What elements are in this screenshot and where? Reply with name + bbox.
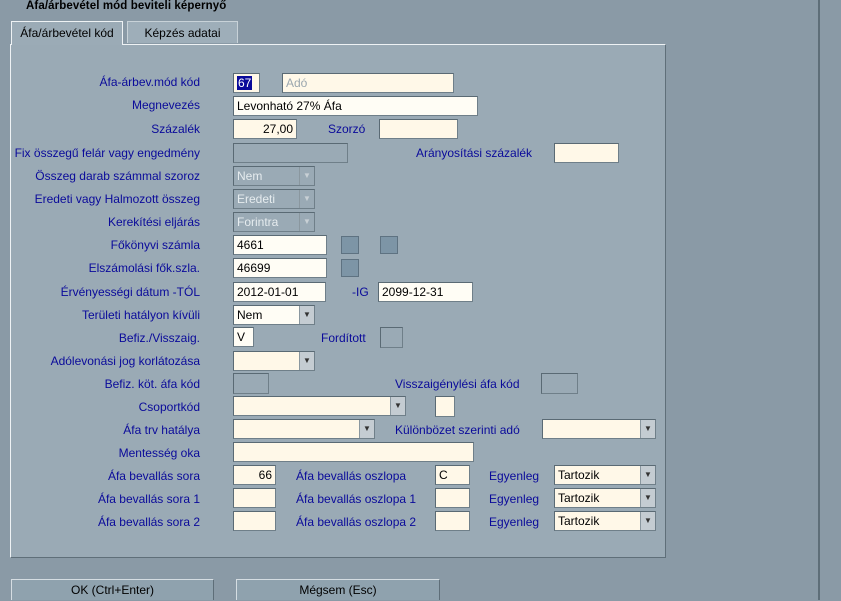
fix-osszegu-label: Fix összegű felár vagy engedmény xyxy=(14,146,200,160)
bevallas-oszlop-label: Áfa bevallás oszlopa xyxy=(296,469,407,483)
ervenyesseg-tol-input[interactable]: 2012-01-01 xyxy=(233,282,326,302)
teruleti-label: Területi hatályon kívüli xyxy=(81,308,200,322)
mentesseg-input[interactable] xyxy=(233,442,474,462)
tab-afa-arbevetel-kod[interactable]: Áfa/árbevétel kód xyxy=(11,21,123,45)
egyenleg-1-value: Tartozik xyxy=(558,491,600,505)
egyenleg-2-value: Tartozik xyxy=(558,514,600,528)
megnevezes-label: Megnevezés xyxy=(131,98,200,112)
osszeg-darab-select: Nem ▼ xyxy=(233,166,315,186)
bevallas-oszlop-2-label: Áfa bevallás oszlopa 2 xyxy=(296,515,417,529)
bevallas-oszlop-input[interactable]: C xyxy=(435,465,470,485)
osszeg-darab-label: Összeg darab számmal szoroz xyxy=(35,169,200,183)
kulonbozet-label: Különbözet szerinti adó xyxy=(395,423,520,437)
fokonyvi-lookup-button[interactable] xyxy=(341,236,359,254)
forditott-checkbox[interactable] xyxy=(380,327,403,348)
kerekitesi-label: Kerekítési eljárás xyxy=(107,215,200,229)
csoportkod-label: Csoportkód xyxy=(138,400,200,414)
chevron-down-icon[interactable]: ▼ xyxy=(640,512,655,530)
bevallas-sora-label: Áfa bevallás sora xyxy=(107,469,200,483)
ok-button[interactable]: OK (Ctrl+Enter) xyxy=(11,579,214,600)
fokonyvi-input[interactable]: 4661 xyxy=(233,235,327,255)
kerekitesi-select: Forintra ▼ xyxy=(233,212,315,232)
ervenyesseg-tol-label: Érvényességi dátum -TÓL xyxy=(60,285,200,299)
ervenyesseg-ig-input[interactable]: 2099-12-31 xyxy=(378,282,473,302)
bevallas-sora-2-input[interactable] xyxy=(233,511,276,531)
cancel-button[interactable]: Mégsem (Esc) xyxy=(236,579,440,600)
fokonyvi-label: Főkönyvi számla xyxy=(110,238,200,252)
visszaigenylesi-label: Visszaigénylési áfa kód xyxy=(395,377,520,391)
afa-kod-name-input[interactable]: Adó xyxy=(282,73,454,93)
egyenleg-select[interactable]: Tartozik ▼ xyxy=(554,465,656,485)
eredeti-halmozott-select: Eredeti ▼ xyxy=(233,189,315,209)
mentesseg-label: Mentesség oka xyxy=(118,446,200,460)
egyenleg-1-select[interactable]: Tartozik ▼ xyxy=(554,488,656,508)
bevallas-oszlop-1-label: Áfa bevallás oszlopa 1 xyxy=(296,492,417,506)
osszeg-darab-value: Nem xyxy=(237,169,263,183)
chevron-down-icon[interactable]: ▼ xyxy=(640,466,655,484)
csoportkod-extra-input[interactable] xyxy=(435,396,455,417)
chevron-down-icon[interactable]: ▼ xyxy=(390,397,405,415)
egyenleg-2-label: Egyenleg xyxy=(489,515,540,529)
chevron-down-icon: ▼ xyxy=(299,213,314,231)
szorzo-input[interactable] xyxy=(379,119,458,139)
chevron-down-icon[interactable]: ▼ xyxy=(299,306,314,324)
form-window: Áfa/árbevétel mód beviteli képernyő Áfa/… xyxy=(0,0,820,600)
chevron-down-icon: ▼ xyxy=(299,190,314,208)
befiz-visszaig-label: Befiz./Visszaig. xyxy=(118,331,200,345)
afa-trv-label: Áfa trv hatálya xyxy=(123,423,200,437)
adolevonasi-label: Adólevonási jog korlátozása xyxy=(50,354,200,368)
megnevezes-input[interactable]: Levonható 27% Áfa xyxy=(233,96,478,116)
elszamolasi-label: Elszámolási fők.szla. xyxy=(88,261,200,275)
egyenleg-1-label: Egyenleg xyxy=(489,492,540,506)
bevallas-oszlop-2-input[interactable] xyxy=(435,511,470,531)
bevallas-sora-2-label: Áfa bevallás sora 2 xyxy=(97,515,200,529)
befiz-kot-input xyxy=(233,373,269,394)
tab-kepzes-adatai[interactable]: Képzés adatai xyxy=(127,21,238,43)
fokonyvi-extra-button[interactable] xyxy=(380,236,398,254)
chevron-down-icon[interactable]: ▼ xyxy=(640,420,655,438)
elszamolasi-lookup-button[interactable] xyxy=(341,259,359,277)
fix-osszegu-input xyxy=(233,143,348,163)
afa-kod-label: Áfa-árbev.mód kód xyxy=(99,75,201,89)
befiz-kot-label: Befiz. köt. áfa kód xyxy=(104,377,200,391)
elszamolasi-input[interactable]: 46699 xyxy=(233,258,327,278)
szazalek-label: Százalék xyxy=(151,122,200,136)
forditott-label: Fordított xyxy=(321,331,366,345)
afa-kod-value: 67 xyxy=(237,76,253,90)
egyenleg-label: Egyenleg xyxy=(489,469,540,483)
eredeti-halmozott-label: Eredeti vagy Halmozott összeg xyxy=(34,192,200,206)
csoportkod-select[interactable]: ▼ xyxy=(233,396,406,416)
teruleti-select[interactable]: Nem ▼ xyxy=(233,305,315,325)
chevron-down-icon[interactable]: ▼ xyxy=(359,420,374,438)
aranyositasi-input[interactable] xyxy=(554,143,619,163)
kerekitesi-value: Forintra xyxy=(237,215,279,229)
teruleti-value: Nem xyxy=(237,308,263,322)
egyenleg-2-select[interactable]: Tartozik ▼ xyxy=(554,511,656,531)
window-title: Áfa/árbevétel mód beviteli képernyő xyxy=(26,0,227,12)
eredeti-halmozott-value: Eredeti xyxy=(237,192,276,206)
chevron-down-icon: ▼ xyxy=(299,167,314,185)
bevallas-oszlop-1-input[interactable] xyxy=(435,488,470,508)
kulonbozet-select[interactable]: ▼ xyxy=(542,419,656,439)
szazalek-input[interactable]: 27,00 xyxy=(233,119,297,139)
adolevonasi-select[interactable]: ▼ xyxy=(233,351,315,371)
aranyositasi-label: Arányosítási százalék xyxy=(416,146,533,160)
bevallas-sora-1-input[interactable] xyxy=(233,488,276,508)
afa-kod-input[interactable]: 67 xyxy=(233,73,260,93)
chevron-down-icon[interactable]: ▼ xyxy=(640,489,655,507)
bevallas-sora-input[interactable]: 66 xyxy=(233,465,276,485)
szorzo-label: Szorzó xyxy=(328,122,366,136)
bevallas-sora-1-label: Áfa bevallás sora 1 xyxy=(97,492,200,506)
ervenyesseg-ig-label: -IG xyxy=(352,285,369,299)
chevron-down-icon[interactable]: ▼ xyxy=(299,352,314,370)
visszaigenylesi-input xyxy=(541,373,578,394)
egyenleg-value: Tartozik xyxy=(558,468,600,482)
befiz-visszaig-input[interactable]: V xyxy=(233,327,254,347)
afa-trv-select[interactable]: ▼ xyxy=(233,419,375,439)
